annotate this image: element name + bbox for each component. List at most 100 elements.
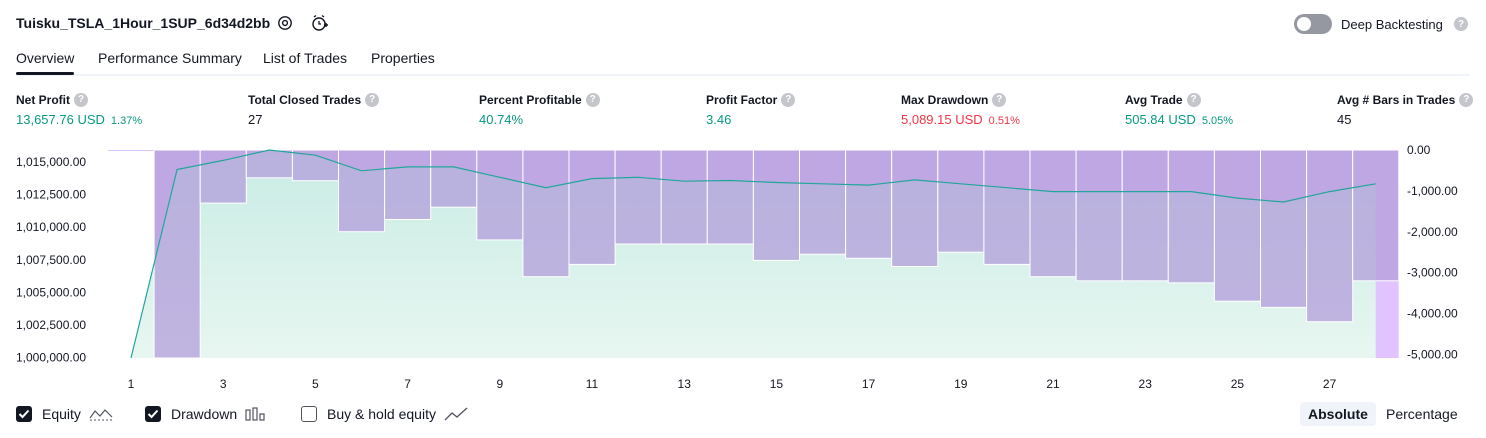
stat-label: Max Drawdown <box>901 93 989 107</box>
drawdown-bar <box>752 149 801 261</box>
stat-label: Avg Trade <box>1125 93 1183 107</box>
drawdown-bar <box>1213 149 1262 302</box>
help-icon[interactable]: ? <box>1186 92 1201 107</box>
toggle-knob <box>1297 17 1311 31</box>
equity-checkbox[interactable] <box>16 406 32 422</box>
y-right-tick-label: -1,000.00 <box>1407 184 1458 198</box>
legend-buy-hold[interactable]: Buy & hold equity <box>301 404 468 424</box>
x-tick-label: 3 <box>220 377 227 391</box>
help-icon[interactable]: ? <box>992 92 1007 107</box>
drawdown-bar <box>1260 149 1308 308</box>
drawdown-bar <box>430 149 478 208</box>
x-tick-label: 21 <box>1046 377 1060 391</box>
help-icon[interactable]: ? <box>1459 92 1474 107</box>
stat-label: Total Closed Trades <box>248 93 362 107</box>
stat-avg-trade: Avg Trade? 505.84 USD 5.05% <box>1125 92 1234 127</box>
legend-equity[interactable]: Equity <box>16 404 113 424</box>
drawdown-bar <box>1306 149 1354 323</box>
drawdown-bar <box>660 149 708 245</box>
stat-avg-bars-in-trades: Avg # Bars in Trades? 45 <box>1337 92 1474 127</box>
settings-icon[interactable] <box>275 13 295 33</box>
drawdown-bar <box>1352 149 1400 282</box>
x-tick-label: 5 <box>312 377 319 391</box>
stat-value: 45 <box>1337 112 1352 127</box>
percentage-button[interactable]: Percentage <box>1378 402 1466 426</box>
stat-value: 505.84 USD <box>1125 112 1196 127</box>
x-tick-label: 11 <box>586 377 599 391</box>
y-left-tick-label: 1,000,000.00 <box>16 351 86 365</box>
stat-label: Avg # Bars in Trades <box>1337 93 1456 107</box>
stat-total-closed-trades: Total Closed Trades? 27 <box>248 92 380 127</box>
stat-value: 27 <box>248 112 263 127</box>
header-bar: Tuisku_TSLA_1Hour_1SUP_6d34d2bb Deep Bac… <box>0 0 1486 46</box>
drawdown-bar <box>1075 149 1123 282</box>
drawdown-checkbox[interactable] <box>145 406 161 422</box>
x-tick-label: 1 <box>128 377 135 391</box>
stat-percent: 0.51% <box>988 115 1020 127</box>
x-tick-label: 15 <box>770 377 784 391</box>
stat-label: Profit Factor <box>706 93 778 107</box>
y-left-tick-label: 1,010,000.00 <box>16 220 86 234</box>
stat-max-drawdown: Max Drawdown? 5,089.15 USD 0.51% <box>901 92 1020 127</box>
drawdown-bar <box>799 149 847 255</box>
drawdown-bar <box>1121 149 1169 282</box>
drawdown-bars-icon <box>245 407 267 421</box>
buy-hold-checkbox[interactable] <box>301 406 317 422</box>
drawdown-bar <box>384 149 432 220</box>
buy-hold-line-icon <box>444 407 468 421</box>
tab-performance-summary[interactable]: Performance Summary <box>98 50 242 66</box>
drawdown-bar <box>522 149 570 278</box>
x-tick-label: 7 <box>404 377 411 391</box>
help-icon[interactable]: ? <box>74 92 88 107</box>
y-left-tick-label: 1,002,500.00 <box>16 318 86 332</box>
stat-value: 5,089.15 USD <box>901 112 983 127</box>
y-left-tick-label: 1,012,500.00 <box>16 188 86 202</box>
deep-backtesting-toggle[interactable] <box>1294 14 1332 34</box>
x-tick-label: 9 <box>496 377 503 391</box>
drawdown-bar <box>1029 149 1077 278</box>
drawdown-bar <box>845 149 893 259</box>
help-icon[interactable]: ? <box>781 92 796 107</box>
help-icon[interactable]: ? <box>585 92 600 107</box>
y-left-tick-label: 1,015,000.00 <box>16 155 86 169</box>
x-tick-label: 23 <box>1139 377 1153 391</box>
tab-list-of-trades[interactable]: List of Trades <box>263 50 347 66</box>
add-alert-icon[interactable] <box>310 13 330 33</box>
deep-backtesting-label: Deep Backtesting <box>1341 17 1443 32</box>
help-icon[interactable]: ? <box>365 92 380 107</box>
stat-value: 3.46 <box>706 112 732 127</box>
drawdown-bar <box>476 149 524 241</box>
drawdown-label: Drawdown <box>171 406 238 422</box>
tab-overview[interactable]: Overview <box>16 50 75 75</box>
y-right-tick-label: 0.00 <box>1407 143 1431 157</box>
strategy-title: Tuisku_TSLA_1Hour_1SUP_6d34d2bb <box>16 15 271 31</box>
stat-label: Net Profit <box>16 93 70 107</box>
x-tick-label: 25 <box>1231 377 1245 391</box>
drawdown-bar <box>983 149 1031 265</box>
drawdown-bar <box>568 149 616 265</box>
y-right-tick-label: -5,000.00 <box>1407 348 1458 362</box>
stat-profit-factor: Profit Factor? 3.46 <box>706 92 796 127</box>
x-tick-label: 19 <box>954 377 968 391</box>
drawdown-bar <box>614 149 662 245</box>
stat-percent: 5.05% <box>1201 115 1234 127</box>
stat-percent: 1.37% <box>110 115 143 127</box>
equity-line-icon <box>89 407 113 421</box>
y-right-tick-label: -3,000.00 <box>1407 266 1458 280</box>
stat-value: 13,657.76 USD <box>16 112 105 127</box>
drawdown-bar <box>937 149 985 253</box>
y-right-tick-label: -4,000.00 <box>1407 307 1458 321</box>
drawdown-bar <box>338 149 386 233</box>
y-left-tick-label: 1,007,500.00 <box>16 253 86 267</box>
x-tick-label: 13 <box>678 377 692 391</box>
drawdown-bar <box>706 149 754 245</box>
drawdown-bar <box>891 149 939 267</box>
tab-properties[interactable]: Properties <box>371 50 435 66</box>
help-icon[interactable]: ? <box>1454 17 1468 31</box>
x-tick-label: 17 <box>862 377 876 391</box>
equity-drawdown-chart[interactable]: 1,015,000.00 1,012,500.00 1,010,000.00 1,00… <box>0 140 1486 395</box>
tab-bar: Overview Performance Summary List of Tra… <box>16 46 1470 76</box>
legend-drawdown[interactable]: Drawdown <box>145 404 267 424</box>
buy-hold-label: Buy & hold equity <box>327 406 436 422</box>
absolute-button[interactable]: Absolute <box>1300 402 1376 426</box>
